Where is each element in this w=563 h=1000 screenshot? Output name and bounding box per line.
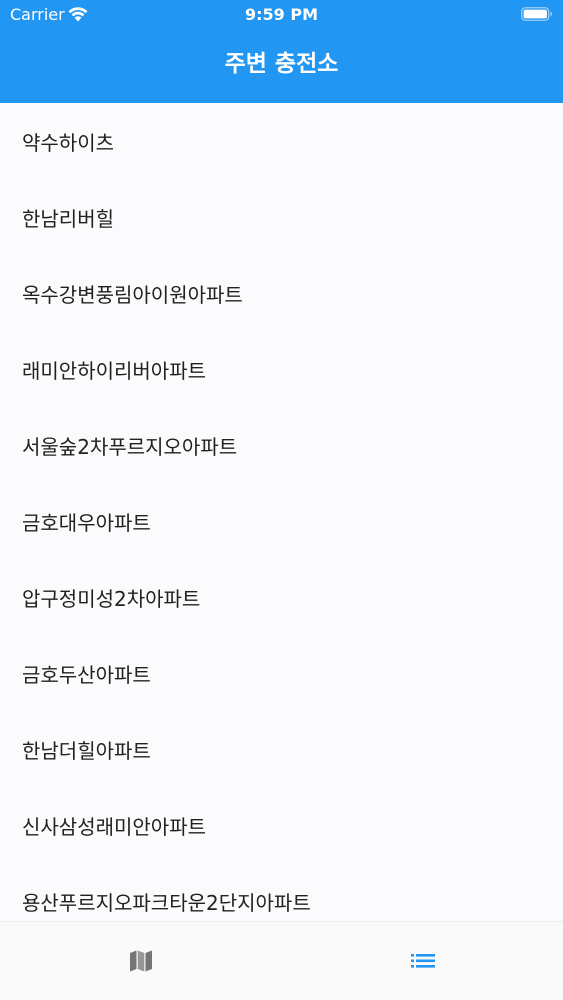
app-screen: Carrier 9:59 PM 주변 충전소 약수하이츠 한남리버힐 옥수강변풍… <box>0 0 563 1000</box>
list-item[interactable]: 옥수강변풍림아이원아파트 <box>0 255 563 331</box>
status-time: 9:59 PM <box>244 5 318 24</box>
list-item[interactable]: 한남리버힐 <box>0 179 563 255</box>
app-header: Carrier 9:59 PM 주변 충전소 <box>0 0 563 103</box>
list-item[interactable]: 한남더힐아파트 <box>0 711 563 787</box>
list-item[interactable]: 신사삼성래미안아파트 <box>0 787 563 863</box>
tab-list[interactable] <box>282 922 563 1000</box>
page-title: 주변 충전소 <box>224 51 339 77</box>
list-item[interactable]: 금호두산아파트 <box>0 635 563 711</box>
list-item[interactable]: 래미안하이리버아파트 <box>0 331 563 407</box>
tab-map[interactable] <box>0 922 281 1000</box>
list-item[interactable]: 금호대우아파트 <box>0 483 563 559</box>
map-icon <box>129 950 152 972</box>
list-item[interactable]: 용산푸르지오파크타운2단지아파트 <box>0 863 563 921</box>
list-icon <box>410 954 435 968</box>
status-bar: Carrier 9:59 PM <box>0 0 563 30</box>
list-item[interactable]: 약수하이츠 <box>0 103 563 179</box>
list-item[interactable]: 서울숲2차푸르지오아파트 <box>0 407 563 483</box>
battery-icon <box>521 7 553 21</box>
bottom-tab-bar <box>0 921 563 1000</box>
charging-station-list: 약수하이츠 한남리버힐 옥수강변풍림아이원아파트 래미안하이리버아파트 서울숲2… <box>0 103 563 921</box>
list-item[interactable]: 압구정미성2차아파트 <box>0 559 563 635</box>
